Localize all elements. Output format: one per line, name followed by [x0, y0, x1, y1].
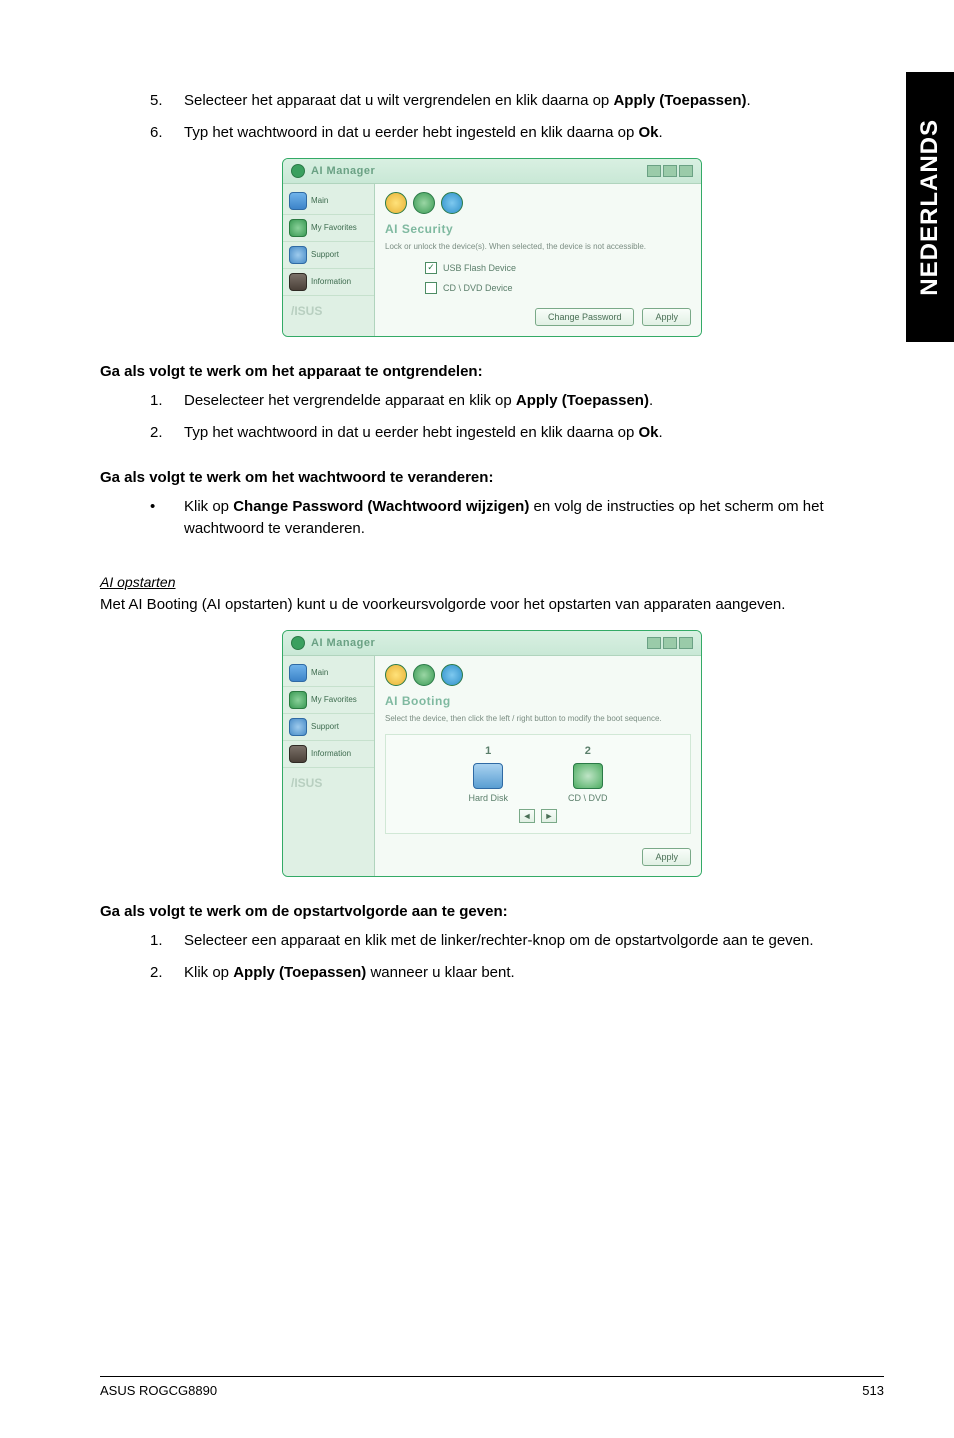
- window-buttons[interactable]: [647, 165, 693, 177]
- tool-icon-1[interactable]: [385, 192, 407, 214]
- steps-change: • Klik op Change Password (Wachtwoord wi…: [100, 496, 884, 540]
- apply-button[interactable]: Apply: [642, 308, 691, 326]
- tool-icon-2[interactable]: [413, 192, 435, 214]
- step-boot-1: 1. Selecteer een apparaat en klik met de…: [150, 930, 884, 952]
- toolbar-icons: [385, 192, 691, 214]
- information-icon: [289, 273, 307, 291]
- move-right-button[interactable]: ►: [541, 809, 557, 823]
- screenshot-ai-booting: AI Manager Main My Favorites Support Inf…: [282, 630, 702, 877]
- step-number: 5.: [150, 90, 184, 112]
- checkbox-checked-icon[interactable]: ✓: [425, 262, 437, 274]
- information-icon: [289, 745, 307, 763]
- sidebar-item-favorites[interactable]: My Favorites: [283, 687, 374, 714]
- brand-logo: /ISUS: [283, 296, 374, 324]
- support-icon: [289, 246, 307, 264]
- steps-lock: 5. Selecteer het apparaat dat u wilt ver…: [100, 90, 884, 144]
- tool-icon-3[interactable]: [441, 192, 463, 214]
- panel-description: Lock or unlock the device(s). When selec…: [385, 242, 691, 252]
- panel-title: AI Booting: [385, 694, 691, 708]
- favorites-icon: [289, 691, 307, 709]
- ai-boot-paragraph: Met AI Booting (AI opstarten) kunt u de …: [100, 594, 884, 616]
- tool-icon-1[interactable]: [385, 664, 407, 686]
- checkbox-icon[interactable]: [425, 282, 437, 294]
- step-unlock-2: 2. Typ het wachtwoord in dat u eerder he…: [150, 422, 884, 444]
- move-left-button[interactable]: ◄: [519, 809, 535, 823]
- harddisk-icon: [473, 763, 503, 789]
- footer-page-number: 513: [862, 1383, 884, 1398]
- toolbar-icons: [385, 664, 691, 686]
- cddvd-icon: [573, 763, 603, 789]
- ai-boot-subheading: AI opstarten: [100, 574, 884, 590]
- step-5: 5. Selecteer het apparaat dat u wilt ver…: [150, 90, 884, 112]
- app-icon: [291, 636, 305, 650]
- sidebar-item-support[interactable]: Support: [283, 242, 374, 269]
- step-6: 6. Typ het wachtwoord in dat u eerder he…: [150, 122, 884, 144]
- sidebar-item-favorites[interactable]: My Favorites: [283, 215, 374, 242]
- language-tab-label: NEDERLANDS: [916, 119, 944, 296]
- sidebar: Main My Favorites Support Information /I…: [283, 656, 375, 876]
- step-text: Selecteer het apparaat dat u wilt vergre…: [184, 90, 751, 112]
- support-icon: [289, 718, 307, 736]
- section-change-heading: Ga als volgt te werk om het wachtwoord t…: [100, 469, 884, 486]
- sidebar-item-main[interactable]: Main: [283, 660, 374, 687]
- steps-unlock: 1. Deselecteer het vergrendelde apparaat…: [100, 390, 884, 444]
- window-title: AI Manager: [311, 637, 375, 649]
- change-password-button[interactable]: Change Password: [535, 308, 635, 326]
- step-boot-2: 2. Klik op Apply (Toepassen) wanneer u k…: [150, 962, 884, 984]
- window-titlebar: AI Manager: [283, 159, 701, 184]
- boot-device-2[interactable]: 2 CD \ DVD: [568, 745, 608, 803]
- window-title: AI Manager: [311, 165, 375, 177]
- brand-logo: /ISUS: [283, 768, 374, 796]
- sidebar: Main My Favorites Support Information /I…: [283, 184, 375, 336]
- boot-device-1[interactable]: 1 Hard Disk: [468, 745, 508, 803]
- section-unlock-heading: Ga als volgt te werk om het apparaat te …: [100, 363, 884, 380]
- option-cddvd[interactable]: CD \ DVD Device: [425, 282, 691, 294]
- panel-description: Select the device, then click the left /…: [385, 714, 691, 724]
- tool-icon-2[interactable]: [413, 664, 435, 686]
- page-footer: ASUS ROGCG8890 513: [100, 1376, 884, 1398]
- section-boot-heading: Ga als volgt te werk om de opstartvolgor…: [100, 903, 884, 920]
- sidebar-item-support[interactable]: Support: [283, 714, 374, 741]
- step-text: Typ het wachtwoord in dat u eerder hebt …: [184, 122, 663, 144]
- step-unlock-1: 1. Deselecteer het vergrendelde apparaat…: [150, 390, 884, 412]
- main-icon: [289, 664, 307, 682]
- window-buttons[interactable]: [647, 637, 693, 649]
- app-icon: [291, 164, 305, 178]
- favorites-icon: [289, 219, 307, 237]
- bullet-icon: •: [150, 496, 184, 540]
- step-number: 6.: [150, 122, 184, 144]
- tool-icon-3[interactable]: [441, 664, 463, 686]
- steps-boot: 1. Selecteer een apparaat en klik met de…: [100, 930, 884, 984]
- step-change-bullet: • Klik op Change Password (Wachtwoord wi…: [150, 496, 884, 540]
- sidebar-item-main[interactable]: Main: [283, 188, 374, 215]
- footer-model: ASUS ROGCG8890: [100, 1383, 217, 1398]
- option-usb[interactable]: ✓USB Flash Device: [425, 262, 691, 274]
- window-titlebar: AI Manager: [283, 631, 701, 656]
- language-tab: NEDERLANDS: [906, 72, 954, 342]
- panel-title: AI Security: [385, 222, 691, 236]
- screenshot-ai-security: AI Manager Main My Favorites Support Inf…: [282, 158, 702, 337]
- sidebar-item-information[interactable]: Information: [283, 741, 374, 768]
- apply-button[interactable]: Apply: [642, 848, 691, 866]
- sidebar-item-information[interactable]: Information: [283, 269, 374, 296]
- main-icon: [289, 192, 307, 210]
